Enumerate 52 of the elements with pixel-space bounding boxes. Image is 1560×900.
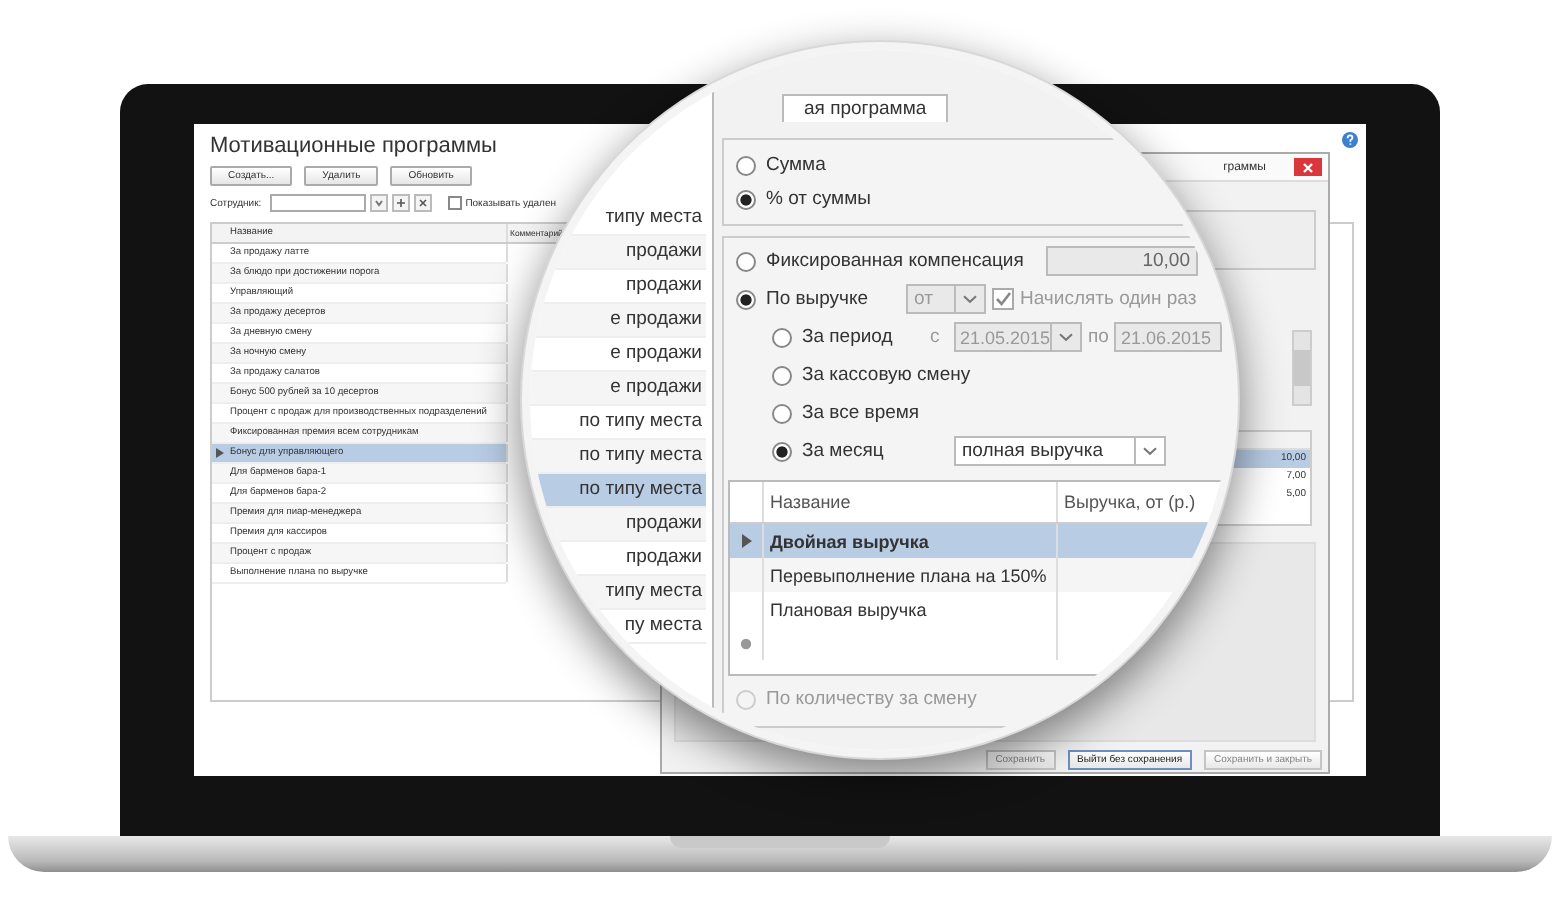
- window-title: Мотивационные программы: [210, 134, 497, 158]
- row-pointer-icon: [216, 448, 224, 458]
- revenue-dropdown[interactable]: полная выручка: [954, 436, 1166, 466]
- radio-label: Сумма: [766, 154, 826, 176]
- caret-icon: [1142, 444, 1158, 458]
- column-header: Название: [764, 482, 1058, 522]
- table-cell: по типу места: [530, 440, 706, 474]
- radio-button[interactable]: [736, 189, 756, 209]
- tab[interactable]: ая программа: [782, 94, 949, 122]
- table-cell: Перевыполнение плана на 150%: [764, 558, 1058, 592]
- radio-button[interactable]: [736, 155, 756, 175]
- checkbox[interactable]: [992, 288, 1014, 310]
- amount-field[interactable]: 10,00: [1046, 246, 1198, 276]
- caret-icon: [1058, 330, 1075, 344]
- table-cell: е продажи: [530, 372, 706, 406]
- radio-label: За все время: [802, 402, 920, 424]
- employee-field[interactable]: [269, 194, 366, 212]
- table-row[interactable]: Плановая выручка: [730, 592, 1230, 626]
- radio-label: Фиксированная компенсация: [766, 250, 1026, 272]
- to-label: по: [1088, 326, 1109, 348]
- table-cell: е продажи: [530, 304, 706, 338]
- radio-button[interactable]: [772, 365, 792, 385]
- table-cell: Плановая выручка: [764, 592, 1058, 626]
- close-icon: [417, 198, 428, 208]
- radio-button[interactable]: [772, 327, 792, 347]
- radio-label: % от суммы: [766, 188, 871, 210]
- caret-icon: [373, 198, 384, 208]
- radio-label: За период: [802, 326, 895, 348]
- radio-label: За кассовую смену: [802, 364, 971, 386]
- radio-button[interactable]: [736, 289, 756, 309]
- clear-button[interactable]: [413, 194, 432, 212]
- table-cell: пу места: [530, 610, 706, 644]
- scrollbar: [1292, 330, 1312, 406]
- add-button[interactable]: [391, 194, 410, 212]
- new-row-icon: [740, 637, 752, 649]
- radio-button[interactable]: [772, 441, 792, 461]
- radio-button[interactable]: [736, 251, 756, 271]
- row-pointer-icon: [741, 534, 751, 548]
- from-label: с: [930, 326, 942, 348]
- column-header: Выручка, от (р.): [1062, 490, 1198, 516]
- radio-label: По количеству за смену: [766, 688, 977, 710]
- close-icon: [1302, 161, 1314, 173]
- caret-icon: [962, 292, 978, 306]
- radio-button[interactable]: [772, 403, 792, 423]
- checkbox-label: Начислять один раз: [1020, 288, 1197, 310]
- checkbox[interactable]: [447, 196, 462, 210]
- radio-label: За месяц: [802, 440, 886, 462]
- dropdown-button[interactable]: [369, 194, 388, 212]
- plus-icon: [395, 198, 406, 208]
- radio-label: По выручке: [766, 288, 871, 310]
- close-button[interactable]: [1294, 158, 1322, 176]
- check-icon: [994, 290, 1012, 308]
